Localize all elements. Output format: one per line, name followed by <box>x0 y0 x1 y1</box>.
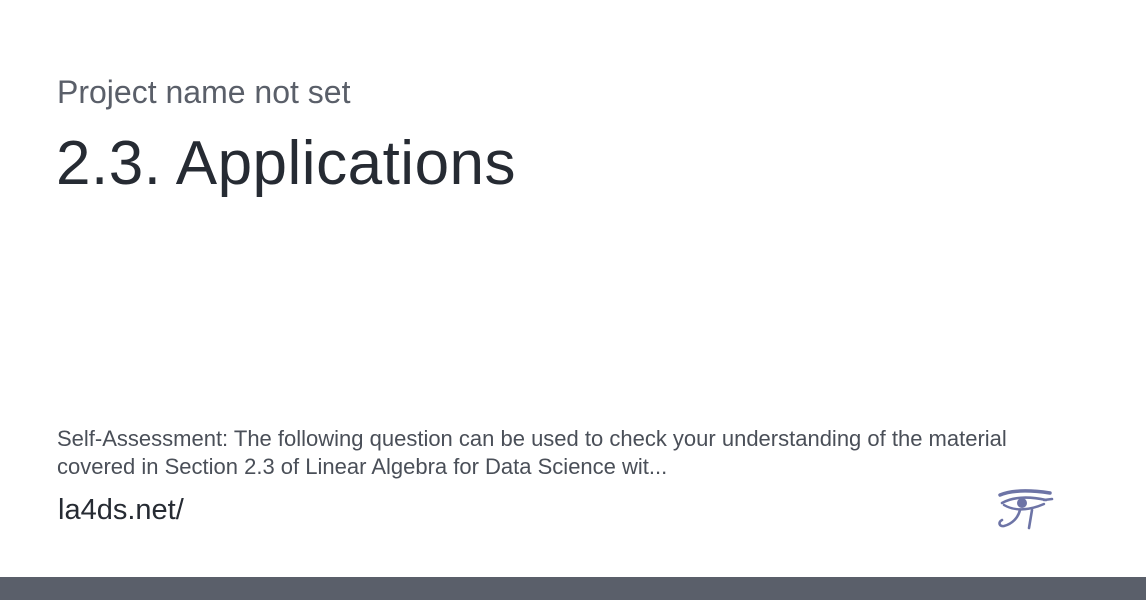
page-title: 2.3. Applications <box>56 129 517 198</box>
project-name: Project name not set <box>57 74 351 110</box>
page-description: Self-Assessment: The following question … <box>57 426 1007 479</box>
site-url[interactable]: la4ds.net/ <box>58 491 184 529</box>
eye-of-horus-icon <box>994 486 1056 534</box>
footer-bar <box>0 577 1146 600</box>
preview-card: Project name not set 2.3. Applications S… <box>0 0 1146 577</box>
